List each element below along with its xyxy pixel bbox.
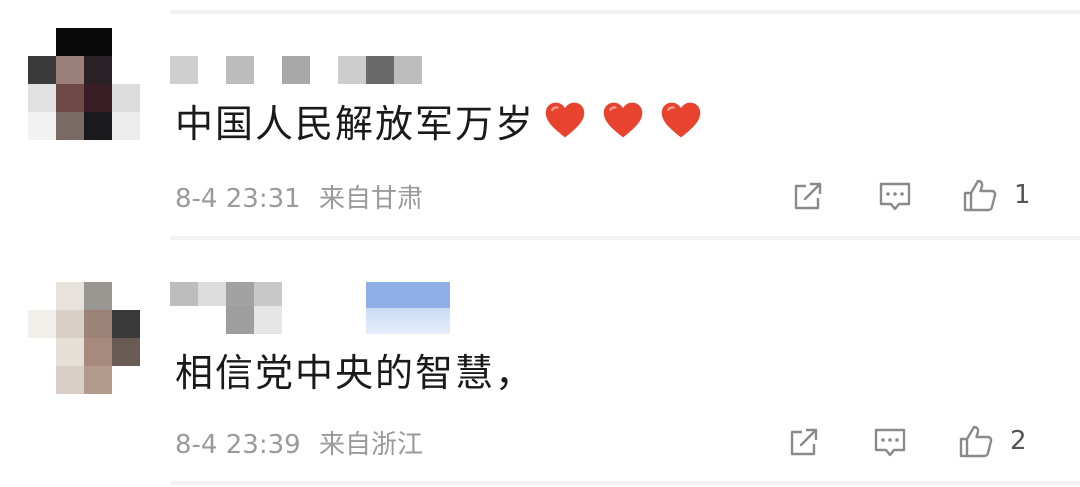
heart-icon [545, 102, 585, 138]
comment-time: 8-4 23:31 [175, 184, 301, 214]
comment-text-label: 相信党中央的智慧， [175, 350, 536, 395]
divider [170, 481, 1080, 485]
heart-icon [661, 102, 701, 138]
username-blurred-lower [170, 306, 282, 334]
badge [366, 282, 450, 334]
username-blurred[interactable] [170, 56, 422, 84]
divider [170, 10, 1080, 14]
comment-location: 来自浙江 [318, 430, 423, 460]
comment-text: 中国人民解放军万岁 [175, 96, 703, 146]
comment-text: 相信党中央的智慧， [175, 344, 536, 395]
comment-location: 来自甘肃 [318, 184, 423, 214]
like-count: 1 [1014, 180, 1031, 210]
thumbs-up-icon[interactable] [960, 176, 1000, 216]
repost-icon[interactable] [784, 422, 824, 462]
comment-text-label: 中国人民解放军万岁 [175, 101, 536, 146]
comment-time: 8-4 23:39 [175, 430, 301, 460]
heart-icon [603, 102, 643, 138]
comment-icon[interactable] [875, 176, 915, 216]
comment-actions: 2 [780, 418, 1080, 466]
thumbs-up-icon[interactable] [956, 422, 996, 462]
avatar[interactable] [28, 282, 140, 394]
comment-meta: 8-4 23:31 来自甘肃 [175, 178, 423, 215]
comment-icon[interactable] [870, 422, 910, 462]
comment-meta: 8-4 23:39 来自浙江 [175, 424, 423, 461]
like-count: 2 [1010, 426, 1027, 456]
comment-list: 中国人民解放军万岁 8-4 23:31 来自甘肃 1 相信党中央的智慧， 8-4… [0, 0, 1080, 487]
repost-icon[interactable] [788, 176, 828, 216]
comment-actions: 1 [780, 172, 1080, 220]
divider [170, 236, 1080, 240]
avatar[interactable] [28, 28, 140, 140]
